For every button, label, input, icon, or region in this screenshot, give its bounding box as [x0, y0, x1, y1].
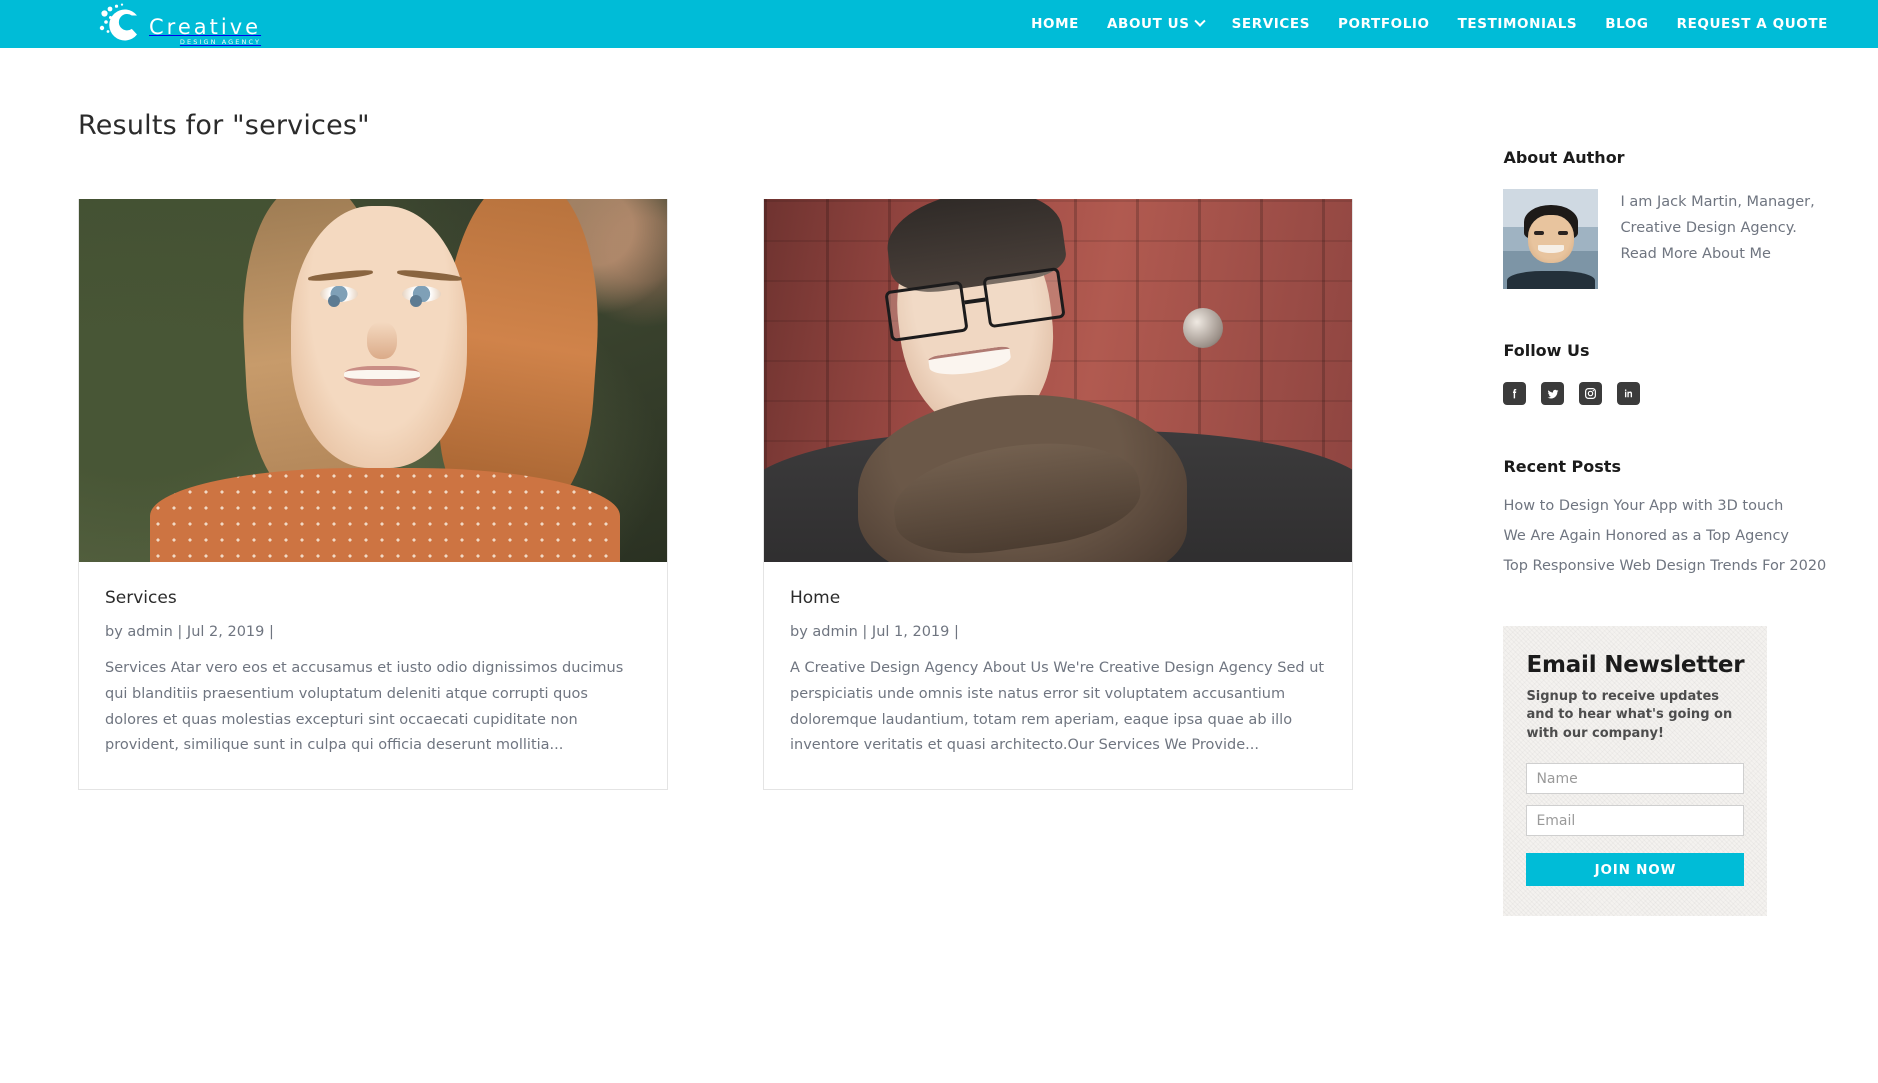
- nav-label: SERVICES: [1231, 16, 1311, 32]
- nav-label: ABOUT US: [1107, 16, 1190, 32]
- nav-item-portfolio[interactable]: PORTFOLIO: [1338, 16, 1430, 32]
- result-excerpt: Services Atar vero eos et accusamus et i…: [105, 660, 624, 754]
- recent-post-link[interactable]: We Are Again Honored as a Top Agency: [1503, 528, 1828, 544]
- widget-about-author: About Author I am Jack Martin, Manager, …: [1503, 148, 1828, 289]
- page-body: Results for "services" Services by admin…: [0, 48, 1878, 916]
- author-avatar: [1503, 189, 1599, 289]
- recent-post-link[interactable]: How to Design Your App with 3D touch: [1503, 498, 1828, 514]
- join-now-button[interactable]: JOIN NOW: [1526, 853, 1745, 887]
- widget-recent-posts: Recent Posts How to Design Your App with…: [1503, 457, 1828, 574]
- logo-word: Creative: [149, 14, 262, 39]
- newsletter-subtitle: Signup to receive updates and to hear wh…: [1526, 689, 1733, 741]
- smiling-woman-photo[interactable]: [79, 199, 667, 562]
- main-navigation: HOME ABOUT US SERVICES PORTFOLIO TESTIMO…: [1031, 15, 1828, 32]
- nav-label: REQUEST A QUOTE: [1676, 16, 1828, 32]
- social-links: [1503, 382, 1828, 405]
- logo-text: Creative DESIGN AGENCY: [149, 14, 262, 46]
- about-author-title: About Author: [1503, 148, 1625, 167]
- result-excerpt: A Creative Design Agency About Us We're …: [790, 660, 1325, 754]
- recent-post-link[interactable]: Top Responsive Web Design Trends For 202…: [1503, 558, 1828, 574]
- logo-subtitle: DESIGN AGENCY: [179, 37, 262, 46]
- result-meta: by admin | Jul 1, 2019 |: [790, 624, 959, 640]
- recent-posts-list: How to Design Your App with 3D touch We …: [1503, 498, 1828, 574]
- result-card-body: Home by admin | Jul 1, 2019 | A Creative…: [764, 562, 1352, 789]
- site-header: Creative DESIGN AGENCY HOME ABOUT US SER…: [0, 0, 1878, 48]
- site-logo[interactable]: Creative DESIGN AGENCY: [95, 0, 261, 48]
- result-title[interactable]: Home: [790, 588, 1326, 608]
- smiling-man-with-glasses-photo[interactable]: [764, 199, 1352, 562]
- twitter-icon[interactable]: [1541, 382, 1565, 405]
- newsletter-name-input[interactable]: [1526, 763, 1745, 795]
- nav-item-home[interactable]: HOME: [1031, 16, 1079, 32]
- nav-item-about-us[interactable]: ABOUT US: [1107, 15, 1206, 32]
- facebook-icon[interactable]: [1503, 382, 1527, 405]
- search-results-content: Results for "services" Services by admin…: [78, 48, 1425, 916]
- result-card[interactable]: Home by admin | Jul 1, 2019 | A Creative…: [763, 199, 1353, 791]
- recent-posts-title: Recent Posts: [1503, 457, 1621, 476]
- widget-email-newsletter: Email Newsletter Signup to receive updat…: [1503, 626, 1767, 916]
- nav-item-request-a-quote[interactable]: REQUEST A QUOTE: [1677, 16, 1828, 32]
- page-title: Results for "services": [78, 110, 370, 141]
- result-title[interactable]: Services: [105, 588, 641, 608]
- logo-c-icon: [95, 3, 147, 45]
- sidebar: About Author I am Jack Martin, Manager, …: [1503, 48, 1828, 916]
- result-meta: by admin | Jul 2, 2019 |: [105, 624, 274, 640]
- author-row: I am Jack Martin, Manager, Creative Desi…: [1503, 189, 1828, 289]
- about-author-text: I am Jack Martin, Manager, Creative Desi…: [1620, 194, 1815, 263]
- results-grid: Services by admin | Jul 2, 2019 | Servic…: [78, 199, 1425, 791]
- nav-label: PORTFOLIO: [1338, 16, 1430, 32]
- nav-label: TESTIMONIALS: [1457, 16, 1578, 32]
- newsletter-title: Email Newsletter: [1526, 652, 1745, 678]
- result-card-body: Services by admin | Jul 2, 2019 | Servic…: [79, 562, 667, 789]
- newsletter-email-input[interactable]: [1526, 805, 1745, 837]
- chevron-down-icon: [1193, 15, 1206, 27]
- nav-item-blog[interactable]: BLOG: [1605, 16, 1648, 32]
- result-card[interactable]: Services by admin | Jul 2, 2019 | Servic…: [78, 199, 668, 791]
- nav-item-services[interactable]: SERVICES: [1232, 16, 1310, 32]
- nav-item-testimonials[interactable]: TESTIMONIALS: [1458, 16, 1578, 32]
- widget-follow-us: Follow Us: [1503, 341, 1828, 405]
- follow-us-title: Follow Us: [1503, 341, 1590, 360]
- instagram-icon[interactable]: [1579, 382, 1603, 405]
- linkedin-icon[interactable]: [1617, 382, 1641, 405]
- nav-label: BLOG: [1605, 16, 1649, 32]
- nav-label: HOME: [1031, 16, 1079, 32]
